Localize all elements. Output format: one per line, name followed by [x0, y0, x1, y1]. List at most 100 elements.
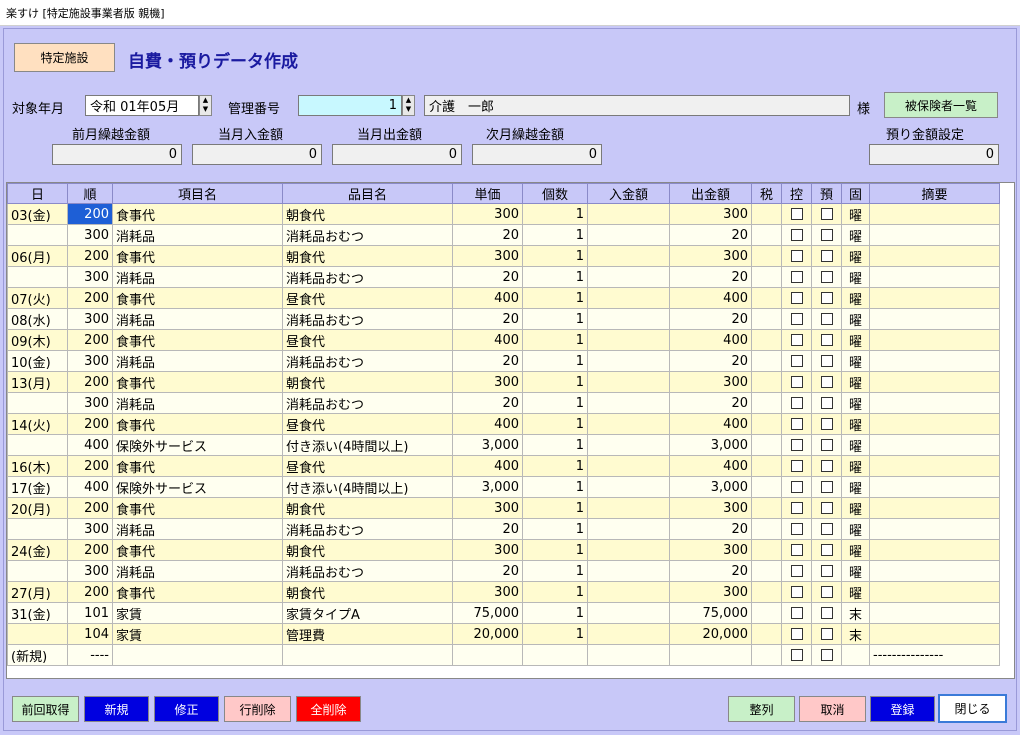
cell-memo[interactable]: --------------- [869, 644, 1000, 666]
cell-out[interactable]: 20 [669, 392, 752, 414]
checkbox[interactable] [820, 523, 833, 535]
cell-item[interactable]: 消耗品 [112, 518, 283, 540]
checkbox[interactable] [790, 313, 803, 325]
table-row[interactable]: 27(月) 200 食事代 朝食代 300 1 300 曜 [7, 581, 1000, 603]
cell-out[interactable]: 20 [669, 560, 752, 582]
cell-item[interactable]: 消耗品 [112, 350, 283, 372]
cell-memo[interactable] [869, 455, 1000, 477]
cell-product[interactable]: 朝食代 [282, 245, 453, 267]
deposit-cell[interactable] [811, 350, 842, 372]
sort-button[interactable]: 整列 [728, 696, 795, 722]
deduct-cell[interactable] [781, 329, 812, 351]
cell-memo[interactable] [869, 329, 1000, 351]
column-header[interactable]: 単価 [452, 183, 523, 204]
cell-out[interactable]: 400 [669, 329, 752, 351]
cell-price[interactable]: 400 [452, 287, 523, 309]
cell-fixed[interactable]: 曜 [841, 350, 870, 372]
column-header[interactable]: 固 [841, 183, 870, 204]
cell-day[interactable]: 08(水) [7, 308, 68, 330]
cell-item[interactable]: 食事代 [112, 371, 283, 393]
cell-qty[interactable]: 1 [522, 455, 588, 477]
cell-memo[interactable] [869, 518, 1000, 540]
cell-out[interactable]: 20 [669, 350, 752, 372]
cell-price[interactable]: 20 [452, 308, 523, 330]
cell-product[interactable]: 消耗品おむつ [282, 518, 453, 540]
cell-memo[interactable] [869, 581, 1000, 603]
deduct-cell[interactable] [781, 518, 812, 540]
cell-day[interactable]: (新規) [7, 644, 68, 666]
cell-qty[interactable]: 1 [522, 539, 588, 561]
cell-day[interactable]: 07(火) [7, 287, 68, 309]
cell-out[interactable]: 300 [669, 245, 752, 267]
checkbox[interactable] [790, 250, 803, 262]
cell-fixed[interactable]: 曜 [841, 329, 870, 351]
checkbox[interactable] [790, 208, 803, 220]
tax-cell[interactable] [751, 350, 782, 372]
cell-order[interactable]: 300 [67, 392, 113, 414]
checkbox[interactable] [790, 628, 803, 640]
cell-in[interactable] [587, 245, 670, 267]
deposit-cell[interactable] [811, 371, 842, 393]
modify-button[interactable]: 修正 [154, 696, 219, 722]
cell-order[interactable]: 200 [67, 287, 113, 309]
checkbox[interactable] [790, 523, 803, 535]
tax-cell[interactable] [751, 266, 782, 288]
cell-product[interactable]: 家賃タイプA [282, 602, 453, 624]
cell-fixed[interactable]: 末 [841, 602, 870, 624]
deposit-cell[interactable] [811, 287, 842, 309]
cell-memo[interactable] [869, 266, 1000, 288]
cell-day[interactable]: 31(金) [7, 602, 68, 624]
tax-cell[interactable] [751, 329, 782, 351]
cell-day[interactable]: 16(木) [7, 455, 68, 477]
deposit-cell[interactable] [811, 623, 842, 645]
deposit-cell[interactable] [811, 392, 842, 414]
register-button[interactable]: 登録 [870, 696, 935, 722]
table-row[interactable]: 20(月) 200 食事代 朝食代 300 1 300 曜 [7, 497, 1000, 519]
checkbox[interactable] [820, 460, 833, 472]
deduct-cell[interactable] [781, 560, 812, 582]
column-header[interactable]: 入金額 [587, 183, 670, 204]
cell-qty[interactable]: 1 [522, 350, 588, 372]
cell-order[interactable]: 300 [67, 518, 113, 540]
cell-fixed[interactable]: 曜 [841, 266, 870, 288]
cell-price[interactable]: 20,000 [452, 623, 523, 645]
cell-in[interactable] [587, 287, 670, 309]
column-header[interactable]: 控 [781, 183, 812, 204]
table-row[interactable]: 300 消耗品 消耗品おむつ 20 1 20 曜 [7, 266, 1000, 288]
cancel-button[interactable]: 取消 [799, 696, 866, 722]
cell-day[interactable] [7, 434, 68, 456]
cell-qty[interactable]: 1 [522, 602, 588, 624]
cell-price[interactable]: 400 [452, 455, 523, 477]
cell-qty[interactable]: 1 [522, 308, 588, 330]
cell-item[interactable]: 食事代 [112, 581, 283, 603]
cell-product[interactable]: 昼食代 [282, 287, 453, 309]
cell-product[interactable]: 付き添い(4時間以上) [282, 434, 453, 456]
cell-out[interactable]: 300 [669, 497, 752, 519]
cell-in[interactable] [587, 371, 670, 393]
cell-out[interactable]: 400 [669, 413, 752, 435]
cell-order[interactable]: 300 [67, 560, 113, 582]
checkbox[interactable] [820, 565, 833, 577]
cell-day[interactable]: 09(木) [7, 329, 68, 351]
cell-memo[interactable] [869, 392, 1000, 414]
cell-order[interactable]: 200 [67, 329, 113, 351]
deduct-cell[interactable] [781, 350, 812, 372]
checkbox[interactable] [790, 607, 803, 619]
cell-product[interactable]: 付き添い(4時間以上) [282, 476, 453, 498]
checkbox[interactable] [790, 565, 803, 577]
checkbox[interactable] [820, 376, 833, 388]
cell-item[interactable]: 消耗品 [112, 224, 283, 246]
cell-qty[interactable]: 1 [522, 245, 588, 267]
checkbox[interactable] [820, 544, 833, 556]
tax-cell[interactable] [751, 413, 782, 435]
table-row[interactable]: 16(木) 200 食事代 昼食代 400 1 400 曜 [7, 455, 1000, 477]
cell-memo[interactable] [869, 413, 1000, 435]
column-header[interactable]: 摘要 [869, 183, 1000, 204]
checkbox[interactable] [790, 355, 803, 367]
deduct-cell[interactable] [781, 581, 812, 603]
cell-in[interactable] [587, 308, 670, 330]
cell-order[interactable]: 200 [67, 371, 113, 393]
cell-fixed[interactable]: 曜 [841, 308, 870, 330]
table-row[interactable]: 300 消耗品 消耗品おむつ 20 1 20 曜 [7, 560, 1000, 582]
cell-price[interactable]: 3,000 [452, 476, 523, 498]
